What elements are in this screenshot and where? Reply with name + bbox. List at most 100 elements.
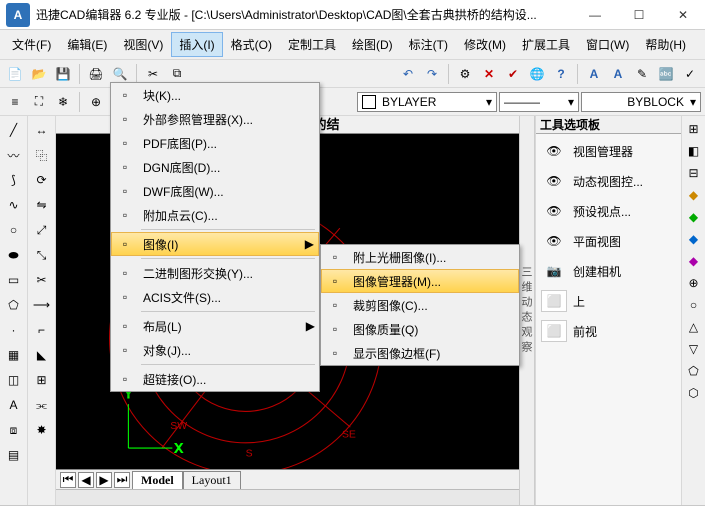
help-button[interactable]: ? (550, 63, 572, 85)
move-tool[interactable]: ↔ (31, 119, 53, 141)
menuitem[interactable]: ▫图像质量(Q) (321, 317, 519, 341)
rt-4[interactable]: ◆ (685, 186, 703, 204)
layer-combo[interactable]: BYLAYER▾ (357, 92, 497, 112)
point-tool[interactable]: · (3, 319, 25, 341)
palette-item[interactable]: 👁动态视图控... (539, 167, 678, 195)
menu-11[interactable]: 帮助(H) (637, 32, 694, 57)
tab-model[interactable]: Model (132, 471, 183, 489)
undo-button[interactable]: ↶ (397, 63, 419, 85)
rt-12[interactable]: ⬠ (685, 362, 703, 380)
menu-7[interactable]: 标注(T) (401, 32, 456, 57)
minimize-button[interactable]: — (573, 0, 617, 30)
offset-tool[interactable]: ⫘ (31, 394, 53, 416)
rt-7[interactable]: ◆ (685, 252, 703, 270)
lineweight-combo[interactable]: ———▾ (499, 92, 579, 112)
rt-10[interactable]: △ (685, 318, 703, 336)
fillet-tool[interactable]: ⌐ (31, 319, 53, 341)
menu-9[interactable]: 扩展工具 (514, 32, 578, 57)
stretch-tool[interactable]: ⤡ (31, 244, 53, 266)
menuitem[interactable]: ▫二进制图形交换(Y)... (111, 261, 319, 285)
palette-item[interactable]: ⬜上 (539, 287, 678, 315)
rt-6[interactable]: ◆ (685, 230, 703, 248)
menu-1[interactable]: 编辑(E) (59, 32, 115, 57)
tab-last[interactable]: ⏭ (114, 472, 130, 488)
text-tool2[interactable]: A (3, 394, 25, 416)
circle-tool[interactable]: ○ (3, 219, 25, 241)
menuitem[interactable]: ▫图像(I)▶ (111, 232, 319, 256)
rt-11[interactable]: ▽ (685, 340, 703, 358)
tab-prev[interactable]: ◀ (78, 472, 94, 488)
block-tool[interactable]: ⧈ (3, 419, 25, 441)
palette-item[interactable]: 👁预设视点... (539, 197, 678, 225)
tab-layout1[interactable]: Layout1 (183, 471, 241, 489)
chamfer-tool[interactable]: ◣ (31, 344, 53, 366)
delete-x[interactable]: ✕ (478, 63, 500, 85)
menuitem[interactable]: ▫DWF底图(W)... (111, 179, 319, 203)
globe-button[interactable]: 🌐 (526, 63, 548, 85)
tab-next[interactable]: ▶ (96, 472, 112, 488)
menu-4[interactable]: 格式(O) (223, 32, 280, 57)
explode-tool[interactable]: ✸ (31, 419, 53, 441)
palette-item[interactable]: 👁视图管理器 (539, 137, 678, 165)
menu-3[interactable]: 插入(I) (171, 32, 222, 57)
text-a1[interactable]: A (583, 63, 605, 85)
tool-a[interactable]: ⚙ (454, 63, 476, 85)
menu-2[interactable]: 视图(V) (115, 32, 171, 57)
menuitem[interactable]: ▫PDF底图(P)... (111, 131, 319, 155)
menuitem[interactable]: ▫外部参照管理器(X)... (111, 107, 319, 131)
rt-3[interactable]: ⊟ (685, 164, 703, 182)
h-scrollbar[interactable] (56, 489, 519, 505)
text-a2[interactable]: A (607, 63, 629, 85)
close-button[interactable]: ✕ (661, 0, 705, 30)
menu-8[interactable]: 修改(M) (456, 32, 514, 57)
palette-item[interactable]: 📷创建相机 (539, 257, 678, 285)
extend-tool[interactable]: ⟶ (31, 294, 53, 316)
menuitem[interactable]: ▫DGN底图(D)... (111, 155, 319, 179)
zoom-button[interactable]: ⊕ (85, 91, 107, 113)
menuitem[interactable]: ▫裁剪图像(C)... (321, 293, 519, 317)
rotate-tool[interactable]: ⟳ (31, 169, 53, 191)
menuitem[interactable]: ▫显示图像边框(F) (321, 341, 519, 365)
new-button[interactable]: 📄 (4, 63, 26, 85)
trim-tool[interactable]: ✂ (31, 269, 53, 291)
palette-item[interactable]: ⬜前视 (539, 317, 678, 345)
menu-5[interactable]: 定制工具 (280, 32, 344, 57)
block-combo[interactable]: BYBLOCK▾ (581, 92, 701, 112)
text-tool[interactable]: ✎ (631, 63, 653, 85)
rt-5[interactable]: ◆ (685, 208, 703, 226)
tab-first[interactable]: ⏮ (60, 472, 76, 488)
menuitem[interactable]: ▫对象(J)... (111, 338, 319, 362)
rt-1[interactable]: ⊞ (685, 120, 703, 138)
ellipse-tool[interactable]: ⬬ (3, 244, 25, 266)
maximize-button[interactable]: ☐ (617, 0, 661, 30)
open-button[interactable]: 📂 (28, 63, 50, 85)
menu-10[interactable]: 窗口(W) (578, 32, 637, 57)
menu-0[interactable]: 文件(F) (4, 32, 59, 57)
menuitem[interactable]: ▫附上光栅图像(I)... (321, 245, 519, 269)
polygon-tool[interactable]: ⬠ (3, 294, 25, 316)
mirror-tool[interactable]: ⇋ (31, 194, 53, 216)
print-button[interactable]: 🖨 (85, 63, 107, 85)
rt-2[interactable]: ◧ (685, 142, 703, 160)
arc-tool[interactable]: ⟆ (3, 169, 25, 191)
array-tool[interactable]: ⊞ (31, 369, 53, 391)
line-tool[interactable]: ╱ (3, 119, 25, 141)
layer-freeze[interactable]: ❄ (52, 91, 74, 113)
rt-9[interactable]: ○ (685, 296, 703, 314)
scale-tool[interactable]: ⤢ (31, 219, 53, 241)
rect-tool[interactable]: ▭ (3, 269, 25, 291)
menuitem[interactable]: ▫超链接(O)... (111, 367, 319, 391)
layer-button[interactable]: ≡ (4, 91, 26, 113)
rt-8[interactable]: ⊕ (685, 274, 703, 292)
rt-13[interactable]: ⬡ (685, 384, 703, 402)
menu-6[interactable]: 绘图(D) (344, 32, 401, 57)
table-tool[interactable]: ▤ (3, 444, 25, 466)
save-button[interactable]: 💾 (52, 63, 74, 85)
check-button[interactable]: ✔ (502, 63, 524, 85)
spell-button[interactable]: ✓ (679, 63, 701, 85)
menuitem[interactable]: ▫ACIS文件(S)... (111, 285, 319, 309)
palette-item[interactable]: 👁平面视图 (539, 227, 678, 255)
copy-tool[interactable]: ⿻ (31, 144, 53, 166)
menuitem[interactable]: ▫图像管理器(M)... (321, 269, 519, 293)
spline-tool[interactable]: ∿ (3, 194, 25, 216)
